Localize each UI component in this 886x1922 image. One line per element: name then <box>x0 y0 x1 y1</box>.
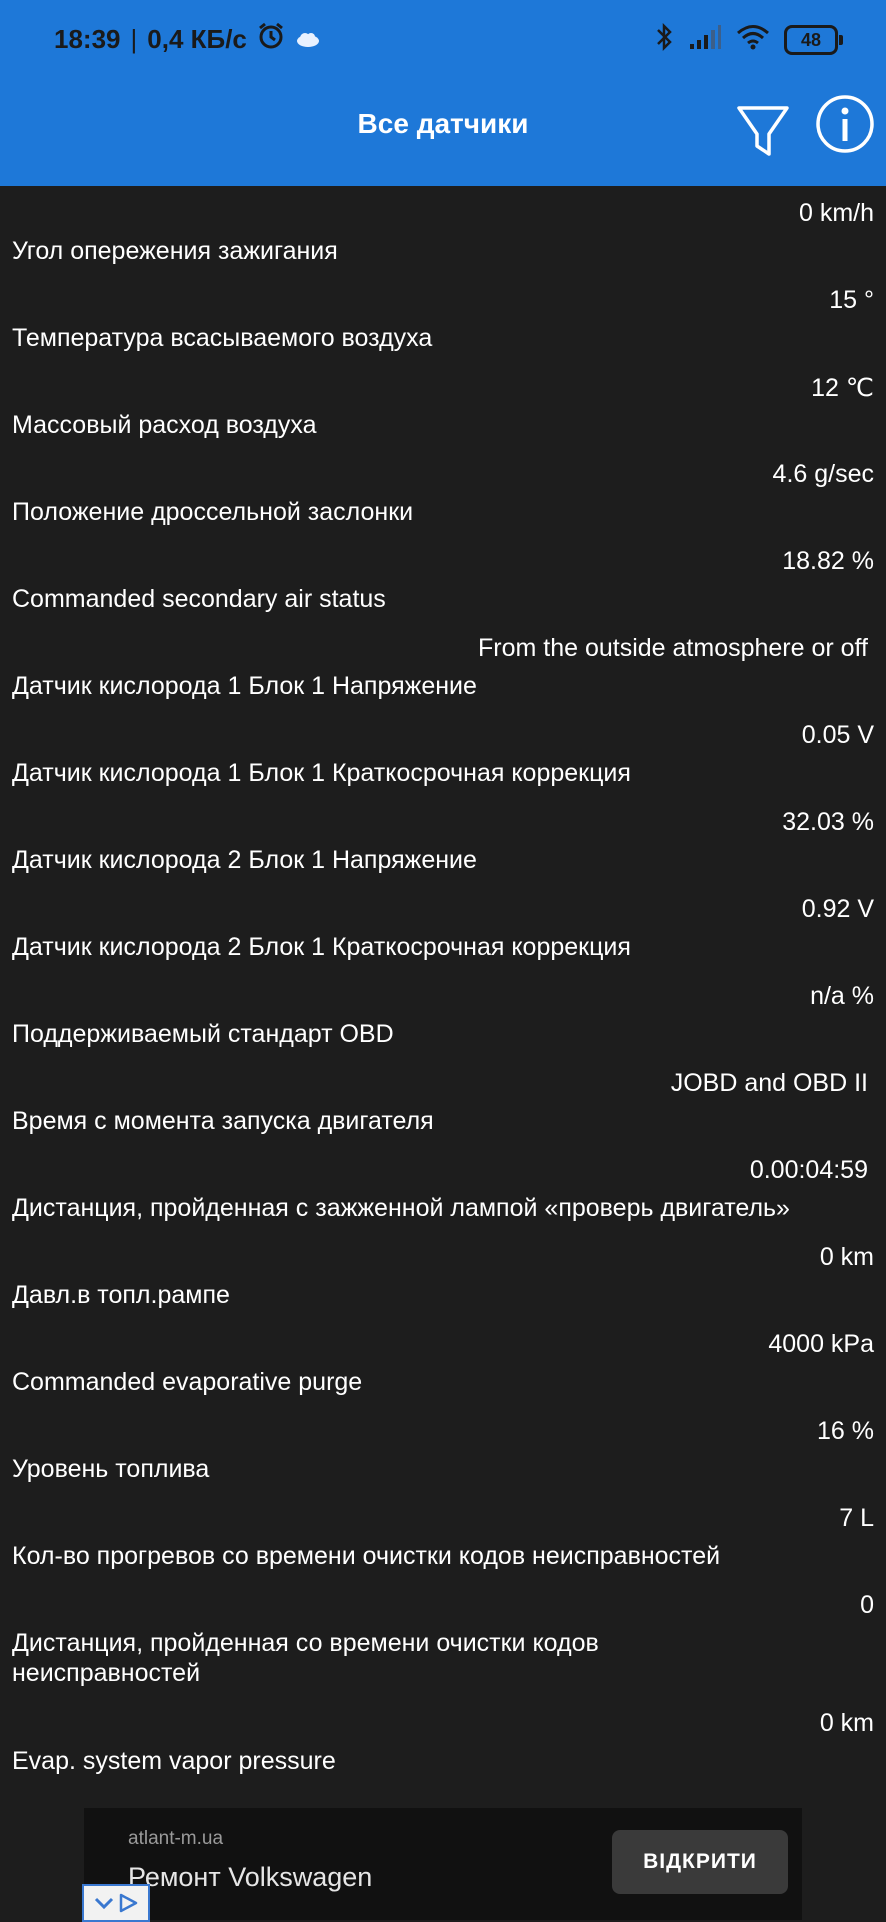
status-left: 18:39 | 0,4 КБ/с <box>54 22 321 57</box>
info-icon <box>816 95 874 153</box>
sensor-name: Дистанция, пройденная с зажженной лампой… <box>12 1194 790 1222</box>
sensor-value: 16 % <box>817 1417 874 1445</box>
ad-choices-icon <box>119 1893 138 1913</box>
sensor-name: Commanded secondary air status <box>12 585 386 613</box>
app-bar: Все датчики <box>0 78 886 186</box>
status-right: 48 <box>654 22 843 57</box>
sensor-name: Датчик кислорода 1 Блок 1 Краткосрочная … <box>12 759 631 787</box>
battery-indicator: 48 <box>784 24 843 55</box>
sensor-name: Датчик кислорода 2 Блок 1 Краткосрочная … <box>12 933 631 961</box>
sensor-value: 0 <box>860 1591 874 1619</box>
sensor-name: Дистанция, пройденная со времени очистки… <box>12 1629 599 1687</box>
bluetooth-icon <box>654 22 674 57</box>
sensor-name: Давл.в топл.рампе <box>12 1281 230 1309</box>
chevron-down-icon <box>94 1897 114 1910</box>
sensor-value: 7 L <box>839 1504 874 1532</box>
filter-icon <box>737 106 789 156</box>
sensor-name: Датчик кислорода 2 Блок 1 Напряжение <box>12 846 477 874</box>
sensor-name: Положение дроссельной заслонки <box>12 498 414 526</box>
sensor-value: 0.00:04:59 <box>749 1156 868 1184</box>
sensor-name: Поддерживаемый стандарт OBD <box>12 1020 394 1048</box>
ad-title: Ремонт Volkswagen <box>128 1862 373 1892</box>
sensor-name: Угол опережения зажигания <box>12 237 338 265</box>
ad-domain: atlant-m.ua <box>128 1828 224 1849</box>
ad-banner[interactable]: atlant-m.ua Ремонт Volkswagen ВІДКРИТИ <box>84 1808 802 1920</box>
sensor-name: Массовый расход воздуха <box>12 411 317 439</box>
sensor-value: 12 ℃ <box>811 374 874 402</box>
sensor-value: 0.05 V <box>801 721 874 749</box>
sensor-value: 18.82 % <box>782 547 874 575</box>
sensor-name: Commanded evaporative purge <box>12 1368 363 1396</box>
ad-open-button[interactable]: ВІДКРИТИ <box>612 1830 788 1894</box>
wifi-icon <box>736 24 770 55</box>
signal-icon <box>688 24 722 55</box>
sensor-name: Датчик кислорода 1 Блок 1 Напряжение <box>12 672 477 700</box>
cloud-icon <box>295 24 321 55</box>
sensor-value: 0 km <box>819 1243 874 1271</box>
sensor-value: From the outside atmosphere or off <box>477 634 868 662</box>
sensor-value: JOBD and OBD II <box>670 1069 868 1097</box>
info-button[interactable] <box>815 94 875 154</box>
alarm-icon <box>257 22 285 57</box>
ad-choices-badge[interactable] <box>82 1884 150 1922</box>
sensor-name: Температура всасываемого воздуха <box>12 324 433 352</box>
sensor-name: Уровень топлива <box>12 1455 210 1483</box>
sensor-value: 4000 kPa <box>768 1330 874 1358</box>
sensor-name: Кол-во прогревов со времени очистки кодо… <box>12 1542 721 1570</box>
sensor-value: 32.03 % <box>782 808 874 836</box>
sensor-value: n/a % <box>810 982 874 1010</box>
sensor-name: Время с момента запуска двигателя <box>12 1107 434 1135</box>
sensor-value: 0.92 V <box>801 895 874 923</box>
status-network-speed: 0,4 КБ/с <box>147 24 247 54</box>
sensor-value: 0 km <box>819 1709 874 1737</box>
sensor-value: 0 km/h <box>798 199 874 227</box>
sensor-value: 15 ° <box>829 286 874 314</box>
status-separator: | <box>130 24 138 54</box>
status-time: 18:39 <box>54 24 121 54</box>
filter-button[interactable] <box>733 92 793 162</box>
sensor-name: Evap. system vapor pressure <box>12 1747 336 1775</box>
status-bar: 18:39 | 0,4 КБ/с 48 <box>0 0 886 78</box>
sensor-value: 4.6 g/sec <box>772 460 874 488</box>
